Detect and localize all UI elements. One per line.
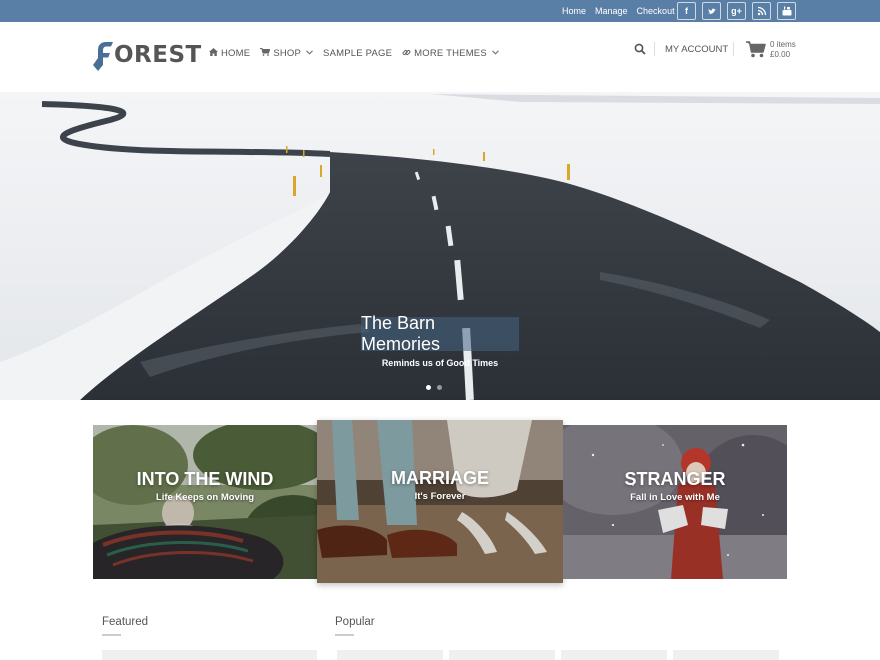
top-link-manage[interactable]: Manage	[595, 6, 628, 16]
slider-dot[interactable]	[437, 385, 442, 390]
home-icon	[209, 48, 218, 58]
section-title-popular: Popular	[335, 616, 375, 628]
section-underline	[335, 634, 354, 636]
facebook-icon[interactable]: f	[677, 2, 696, 20]
twitter-icon[interactable]	[702, 2, 721, 20]
slider-dot[interactable]	[426, 385, 431, 390]
cart-icon[interactable]	[746, 41, 766, 58]
top-link-home[interactable]: Home	[562, 6, 586, 16]
card-title: INTO THE WIND	[136, 469, 274, 489]
card-subtitle: It's Forever	[414, 491, 466, 502]
main-nav: HOME SHOP SAMPLE PAGE MORE THEMES	[209, 22, 499, 84]
social-links: f g+	[677, 2, 796, 20]
chevron-down-icon	[306, 49, 313, 57]
nav-item-sample-page[interactable]: SAMPLE PAGE	[323, 48, 392, 59]
feature-card-stranger[interactable]: STRANGER Fall in Love with Me	[563, 425, 787, 579]
top-bar: Home Manage Checkout f g+	[0, 0, 880, 22]
slider-dots	[426, 385, 442, 390]
cart-items-count: 0 items	[770, 40, 796, 49]
nav-item-home[interactable]: HOME	[209, 48, 250, 59]
nav-label-sample-page: SAMPLE PAGE	[323, 47, 393, 59]
hero-subtitle: Reminds us of Good Times	[381, 358, 499, 368]
link-icon	[402, 48, 411, 59]
shopping-cart-icon	[260, 47, 271, 58]
logo-mark-icon	[93, 42, 113, 71]
site-logo[interactable]: OREST	[91, 37, 202, 73]
logo-text: OREST	[114, 42, 202, 68]
card-title: STRANGER	[624, 469, 726, 489]
top-links: Home Manage Checkout	[562, 0, 675, 22]
section-title-featured: Featured	[102, 616, 149, 628]
youtube-icon[interactable]	[777, 2, 796, 20]
section-underline	[102, 634, 121, 636]
rss-icon[interactable]	[752, 2, 771, 20]
site-header: OREST HOME SHOP SAMPLE PAGE MORE THEMES	[0, 22, 880, 92]
search-icon[interactable]	[634, 43, 646, 55]
cart-summary[interactable]: 0 items £0.00	[770, 40, 796, 60]
my-account-link[interactable]: MY ACCOUNT	[665, 44, 728, 55]
header-divider	[654, 42, 655, 56]
card-subtitle: Life Keeps on Moving	[155, 492, 255, 503]
popular-item-placeholder[interactable]	[673, 650, 779, 660]
nav-item-more-themes[interactable]: MORE THEMES	[402, 48, 499, 59]
header-divider	[733, 42, 734, 56]
featured-item-placeholder[interactable]	[102, 650, 317, 660]
popular-item-placeholder[interactable]	[449, 650, 555, 660]
google-plus-icon[interactable]: g+	[727, 2, 746, 20]
feature-card-into-the-wind[interactable]: INTO THE WIND Life Keeps on Moving	[93, 425, 317, 579]
cart-total: £0.00	[770, 50, 791, 59]
popular-item-placeholder[interactable]	[561, 650, 667, 660]
nav-label-more-themes: MORE THEMES	[414, 47, 487, 59]
card-subtitle: Fall in Love with Me	[630, 492, 720, 503]
hero-title: The Barn Memories	[361, 313, 519, 354]
hero-slider: The Barn Memories Reminds us of Good Tim…	[0, 92, 880, 400]
popular-item-placeholder[interactable]	[337, 650, 443, 660]
chevron-down-icon	[492, 49, 499, 57]
nav-label-shop: SHOP	[273, 47, 302, 59]
nav-item-shop[interactable]: SHOP	[260, 48, 313, 59]
feature-card-marriage[interactable]: MARRIAGE It's Forever	[317, 420, 563, 583]
card-title: MARRIAGE	[391, 468, 489, 488]
top-link-checkout[interactable]: Checkout	[637, 6, 675, 16]
nav-label-home: HOME	[221, 47, 251, 59]
